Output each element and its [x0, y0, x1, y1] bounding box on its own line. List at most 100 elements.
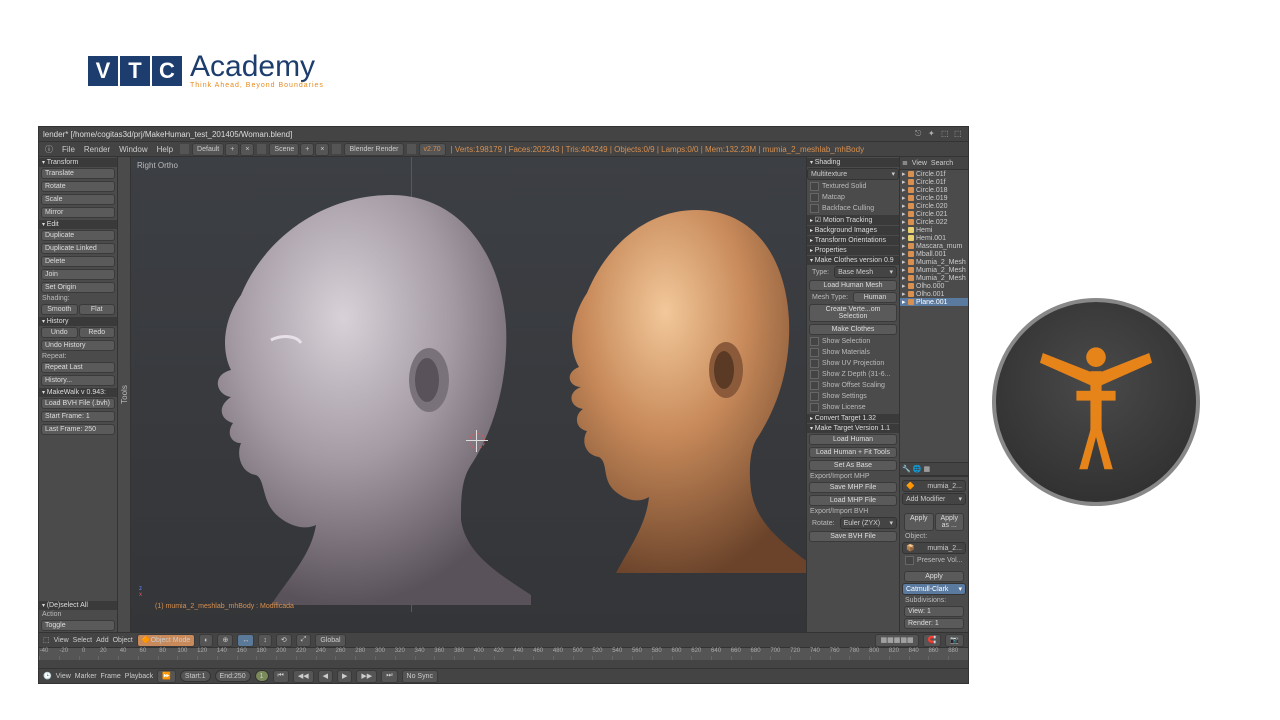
outliner-item[interactable]: ▸Circle.01f	[900, 178, 968, 186]
apply2-button[interactable]: Apply	[904, 571, 964, 582]
mc-type-dropdown[interactable]: Base Mesh▾	[834, 266, 897, 278]
prop-object-path[interactable]: 🔶mumia_2...	[902, 480, 966, 492]
v3d-menu-select[interactable]: Select	[73, 637, 92, 644]
menu-file[interactable]: File	[58, 145, 79, 154]
panel-bg-images[interactable]: Background Images	[807, 226, 899, 235]
panel-edit[interactable]: Edit	[39, 220, 117, 229]
outliner-item[interactable]: ▸Circle.021	[900, 210, 968, 218]
make-clothes-button[interactable]: Make Clothes	[809, 324, 897, 335]
outliner[interactable]: ▸Circle.01f▸Circle.01f▸Circle.018▸Circle…	[900, 170, 968, 462]
panel-deselect[interactable]: (De)select All	[39, 601, 117, 610]
applyas-button[interactable]: Apply as ...	[935, 513, 965, 531]
scale-button[interactable]: Scale	[41, 194, 115, 205]
show-offset-check[interactable]: Show Offset Scaling	[807, 380, 899, 391]
layout-del[interactable]: ×	[240, 143, 254, 156]
outliner-item[interactable]: ▸Hemi	[900, 226, 968, 234]
show-settings-check[interactable]: Show Settings	[807, 391, 899, 402]
show-zdepth-check[interactable]: Show Z Depth (31-6...	[807, 369, 899, 380]
object-field[interactable]: 📦mumia_2...	[902, 542, 966, 554]
outliner-item[interactable]: ▸Hemi.001	[900, 234, 968, 242]
rotate-button[interactable]: Rotate	[41, 181, 115, 192]
subdiv-render-field[interactable]: Render: 1	[904, 618, 964, 629]
last-frame-field[interactable]: Last Frame: 250	[41, 424, 115, 435]
panel-makeclothes[interactable]: Make Clothes version 0.9	[807, 256, 899, 265]
editor-type-icon[interactable]: ⬚	[43, 636, 50, 644]
shading-mode-dropdown[interactable]: Multitexture▾	[807, 168, 899, 180]
outliner-item[interactable]: ▸Circle.019	[900, 194, 968, 202]
save-bvh-button[interactable]: Save BVH File	[809, 531, 897, 542]
titlebar-icon[interactable]: ⎋	[915, 129, 925, 139]
flat-button[interactable]: Flat	[79, 304, 116, 315]
outliner-item[interactable]: ▸Mumia_2_Mesh	[900, 258, 968, 266]
outliner-item[interactable]: ▸Mascara_mum	[900, 242, 968, 250]
mirror-button[interactable]: Mirror	[41, 207, 115, 218]
load-bvh-button[interactable]: Load BVH File (.bvh)	[41, 398, 115, 409]
prop-tab-icon[interactable]: ▦	[923, 465, 930, 473]
manipulator-move[interactable]: ↕	[258, 634, 272, 647]
tl-menu-view[interactable]: View	[56, 673, 71, 680]
outliner-item[interactable]: ▸Mumia_2_Mesh	[900, 274, 968, 282]
undo-button[interactable]: Undo	[41, 327, 78, 338]
toggle-button[interactable]: Toggle	[41, 620, 115, 631]
panel-properties[interactable]: Properties	[807, 246, 899, 255]
3d-viewport[interactable]: Right Ortho	[131, 157, 806, 632]
tl-end-field[interactable]: End: 250	[215, 670, 251, 682]
show-license-check[interactable]: Show License	[807, 402, 899, 413]
manipulator-rotate[interactable]: ⟲	[276, 634, 292, 647]
outliner-item[interactable]: ▸Circle.020	[900, 202, 968, 210]
render-preview[interactable]: 📷	[945, 634, 964, 647]
tl-end[interactable]: ⏭	[381, 670, 397, 683]
tl-editor-icon[interactable]: 🕒	[43, 672, 52, 680]
tl-range-toggle[interactable]: ⏩	[157, 670, 176, 683]
info-icon[interactable]: ⓘ	[41, 144, 57, 155]
panel-makewalk[interactable]: MakeWalk v 0.943:	[39, 388, 117, 397]
layout-dropdown[interactable]: Default	[192, 143, 224, 156]
panel-convert-target[interactable]: Convert Target 1.32	[807, 414, 899, 423]
history-button[interactable]: History...	[41, 375, 115, 386]
tl-menu-playback[interactable]: Playback	[125, 673, 153, 680]
smooth-button[interactable]: Smooth	[41, 304, 78, 315]
outliner-item[interactable]: ▸Mumia_2_Mesh	[900, 266, 968, 274]
orientation-dropdown[interactable]: Global	[315, 634, 345, 647]
pivot-dropdown[interactable]: ⊕	[217, 634, 233, 647]
layers[interactable]: ▦▦▦▦▦	[875, 634, 918, 647]
tl-menu-frame[interactable]: Frame	[101, 673, 121, 680]
load-human-mesh-button[interactable]: Load Human Mesh	[809, 280, 897, 291]
v3d-menu-add[interactable]: Add	[96, 637, 108, 644]
tl-sync-dropdown[interactable]: No Sync	[402, 670, 438, 683]
add-modifier-dropdown[interactable]: Add Modifier▾	[902, 493, 966, 505]
outliner-item[interactable]: ▸Plane.001	[900, 298, 968, 306]
start-frame-field[interactable]: Start Frame: 1	[41, 411, 115, 422]
tl-current-field[interactable]: 1	[255, 670, 269, 682]
panel-history[interactable]: History	[39, 317, 117, 326]
duplicate-linked-button[interactable]: Duplicate Linked	[41, 243, 115, 254]
duplicate-button[interactable]: Duplicate	[41, 230, 115, 241]
panel-motion-tracking[interactable]: ☑Motion Tracking	[807, 215, 899, 225]
tl-menu-marker[interactable]: Marker	[75, 673, 97, 680]
prop-tab-icon[interactable]: 🔧	[902, 465, 911, 473]
tl-start-field[interactable]: Start: 1	[180, 670, 211, 682]
apply-button[interactable]: Apply	[904, 513, 934, 531]
load-human-fit-button[interactable]: Load Human + Fit Tools	[809, 447, 897, 458]
panel-maketarget[interactable]: Make Target Version 1.1	[807, 424, 899, 433]
outliner-item[interactable]: ▸Olho.001	[900, 290, 968, 298]
outliner-item[interactable]: ▸Mball.001	[900, 250, 968, 258]
join-button[interactable]: Join	[41, 269, 115, 280]
tl-prev[interactable]: ◀◀	[293, 670, 314, 683]
timeline[interactable]: -40-200204060801001201401601802002202402…	[39, 647, 968, 668]
mesh-type-button[interactable]: Human	[853, 292, 897, 303]
tl-playrev[interactable]: ◀	[318, 670, 333, 683]
manipulator-toggle[interactable]: ↔	[237, 634, 254, 647]
show-materials-check[interactable]: Show Materials	[807, 347, 899, 358]
manipulator-scale[interactable]: ⤢	[296, 634, 312, 647]
outliner-item[interactable]: ▸Olho.000	[900, 282, 968, 290]
panel-transform[interactable]: Transform	[39, 158, 117, 167]
snap-toggle[interactable]: 🧲	[923, 634, 942, 647]
set-origin-dropdown[interactable]: Set Origin	[41, 282, 115, 293]
outliner-item[interactable]: ▸Circle.022	[900, 218, 968, 226]
outliner-item[interactable]: ▸Circle.018	[900, 186, 968, 194]
scene-add[interactable]: +	[300, 143, 314, 156]
tl-next[interactable]: ▶▶	[356, 670, 377, 683]
matcap-check[interactable]: Matcap	[807, 192, 899, 203]
outliner-search[interactable]: Search	[931, 160, 953, 167]
